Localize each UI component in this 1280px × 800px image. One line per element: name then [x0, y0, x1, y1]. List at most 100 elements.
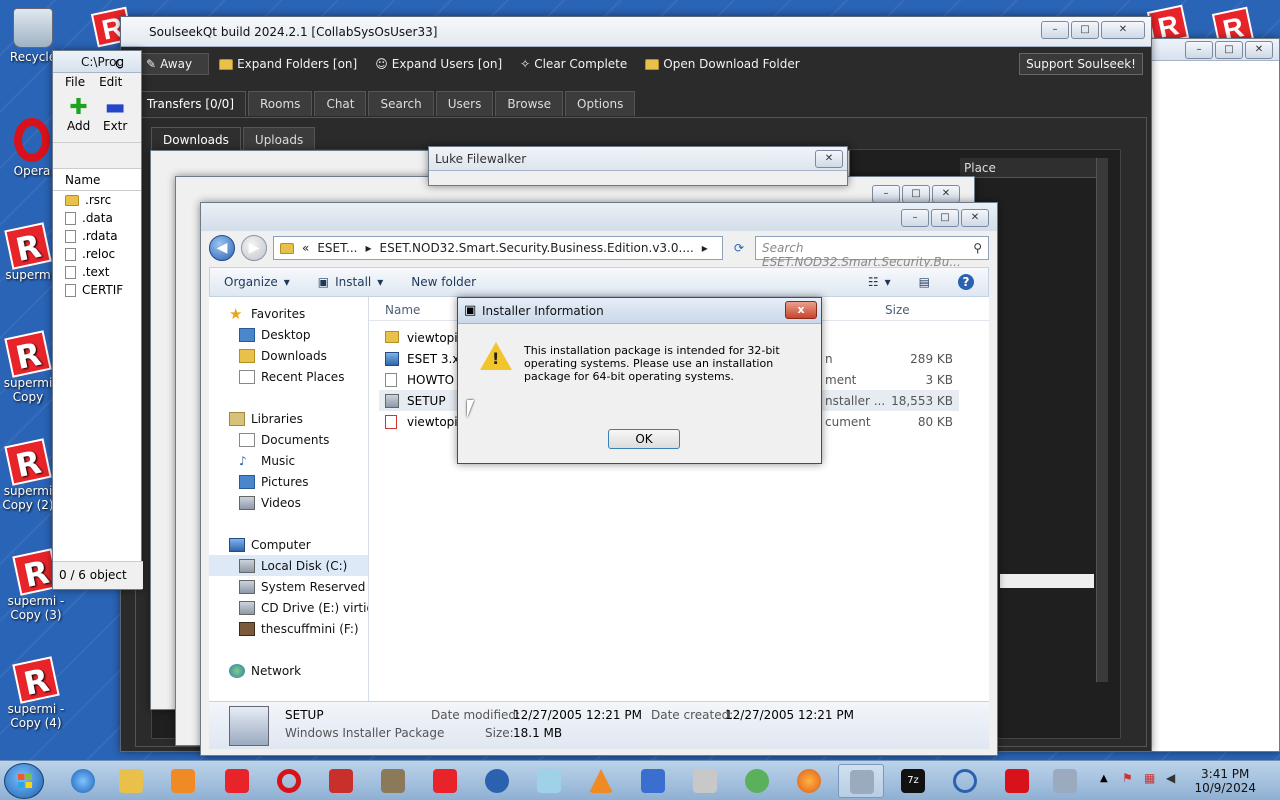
- nav-system-reserved-d[interactable]: System Reserved (D:: [209, 576, 368, 597]
- show-hidden-icons-button[interactable]: ▲: [1100, 773, 1108, 784]
- nav-usb-f[interactable]: thescuffmini (F:): [209, 618, 368, 639]
- organize-button[interactable]: Organize ▾: [210, 275, 304, 289]
- menu-file[interactable]: File: [65, 75, 85, 91]
- minimize-button[interactable]: –: [901, 209, 929, 227]
- taskbar-roblox[interactable]: [214, 764, 260, 798]
- tab-chat[interactable]: Chat: [314, 91, 367, 116]
- taskbar-circle-app[interactable]: [942, 764, 988, 798]
- list-item[interactable]: CERTIF: [53, 281, 141, 299]
- open-download-folder-button[interactable]: Open Download Folder: [645, 57, 800, 71]
- taskbar-media-player[interactable]: [160, 764, 206, 798]
- volume-icon[interactable]: ◀: [1166, 771, 1175, 785]
- tab-options[interactable]: Options: [565, 91, 636, 116]
- 7zip-address-bar[interactable]: C: [53, 57, 141, 169]
- expand-users-button[interactable]: ☺ Expand Users [on]: [375, 57, 502, 71]
- menu-edit[interactable]: Edit: [99, 75, 122, 91]
- minimize-button[interactable]: –: [872, 185, 900, 203]
- clear-complete-button[interactable]: ✧ Clear Complete: [520, 57, 627, 71]
- list-item[interactable]: .rsrc: [53, 191, 141, 209]
- tab-search[interactable]: Search: [368, 91, 434, 116]
- network-icon[interactable]: ▦: [1144, 771, 1155, 785]
- taskbar-roblox-2[interactable]: [422, 764, 468, 798]
- taskbar-app-blue[interactable]: [526, 764, 572, 798]
- breadcrumb-folder[interactable]: ESET.NOD32.Smart.Security.Business.Editi…: [380, 241, 694, 255]
- maximize-button[interactable]: □: [902, 185, 930, 203]
- close-button[interactable]: ✕: [961, 209, 989, 227]
- preview-pane-button[interactable]: ▤: [905, 275, 944, 289]
- taskbar-7zip[interactable]: 7z: [890, 764, 936, 798]
- nav-computer[interactable]: Computer: [209, 534, 368, 555]
- taskbar-avira[interactable]: [994, 764, 1040, 798]
- nav-music[interactable]: ♪ Music: [209, 450, 368, 471]
- column-header-size[interactable]: Size: [885, 303, 910, 317]
- support-soulseek-button[interactable]: Support Soulseek!: [1019, 53, 1143, 75]
- taskbar-firefox[interactable]: [786, 764, 832, 798]
- window-titlebar[interactable]: – □ ✕: [1151, 39, 1279, 61]
- desktop-icon-supermi-copy-4[interactable]: R supermi - Copy (4): [0, 656, 72, 730]
- nav-favorites[interactable]: ★ Favorites: [209, 303, 368, 324]
- dialog-close-button[interactable]: x: [785, 301, 817, 319]
- maximize-button[interactable]: □: [1215, 41, 1243, 59]
- taskbar-internet-explorer[interactable]: [60, 764, 106, 798]
- tab-users[interactable]: Users: [435, 91, 494, 116]
- close-button[interactable]: ✕: [1101, 21, 1145, 39]
- taskbar-luke-filewalker[interactable]: [682, 764, 728, 798]
- install-button[interactable]: ▣ Install ▾: [304, 275, 398, 289]
- desktop-icon-superm[interactable]: R superm: [0, 222, 56, 282]
- list-item[interactable]: .text: [53, 263, 141, 281]
- tab-rooms[interactable]: Rooms: [248, 91, 313, 116]
- close-button[interactable]: ✕: [815, 150, 843, 168]
- refresh-button[interactable]: ⟳: [729, 241, 749, 255]
- breadcrumb-eset[interactable]: ESET...: [317, 241, 357, 255]
- explorer-titlebar[interactable]: – □ ✕: [201, 203, 997, 231]
- nav-documents[interactable]: Documents: [209, 429, 368, 450]
- nav-local-disk-c[interactable]: Local Disk (C:): [209, 555, 368, 576]
- extract-button[interactable]: ▬ Extr: [103, 97, 127, 134]
- nav-downloads[interactable]: Downloads: [209, 345, 368, 366]
- list-item[interactable]: .reloc: [53, 245, 141, 263]
- background-window-right[interactable]: – □ ✕: [1150, 38, 1280, 752]
- column-header-name[interactable]: Name: [385, 303, 420, 317]
- taskbar-users[interactable]: [734, 764, 780, 798]
- taskbar-installer-2[interactable]: [1042, 764, 1088, 798]
- start-button[interactable]: [4, 763, 44, 799]
- 7zip-window[interactable]: C:\Prog File Edit ✚ Add ▬ Extr C Name .r…: [52, 50, 143, 590]
- taskbar-eset[interactable]: [474, 764, 520, 798]
- taskbar-soulseek[interactable]: [630, 764, 676, 798]
- tab-browse[interactable]: Browse: [495, 91, 564, 116]
- forward-button[interactable]: ▶: [241, 235, 267, 261]
- maximize-button[interactable]: □: [931, 209, 959, 227]
- minimize-button[interactable]: –: [1185, 41, 1213, 59]
- nav-desktop[interactable]: Desktop: [209, 324, 368, 345]
- tab-downloads[interactable]: Downloads: [151, 127, 241, 152]
- address-bar[interactable]: « ESET... ▸ ESET.NOD32.Smart.Security.Bu…: [273, 236, 723, 260]
- ok-button[interactable]: OK: [608, 429, 680, 449]
- list-item[interactable]: .rdata: [53, 227, 141, 245]
- maximize-button[interactable]: □: [1071, 21, 1099, 39]
- transfers-scrollbar[interactable]: [1096, 158, 1108, 682]
- taskbar-file-explorer[interactable]: [108, 764, 154, 798]
- nav-network[interactable]: Network: [209, 660, 368, 681]
- luke-filewalker-window[interactable]: Luke Filewalker ✕: [428, 146, 848, 186]
- nav-pictures[interactable]: Pictures: [209, 471, 368, 492]
- desktop-icon-supermi-copy-2[interactable]: R supermi Copy (2): [0, 438, 56, 512]
- taskbar-installer-active[interactable]: [838, 764, 884, 798]
- tab-transfers[interactable]: Transfers [0/0]: [135, 91, 246, 116]
- desktop-icon-supermi-copy[interactable]: R supermi Copy: [0, 330, 56, 404]
- explorer-window[interactable]: – □ ✕ ◀ ▶ « ESET... ▸ ESET.NOD32.Smart.S…: [200, 202, 998, 756]
- minimize-button[interactable]: –: [1041, 21, 1069, 39]
- clock[interactable]: 3:41 PM 10/9/2024: [1194, 767, 1256, 795]
- nav-cd-drive-e[interactable]: CD Drive (E:) virtio-v: [209, 597, 368, 618]
- 7zip-titlebar[interactable]: C:\Prog: [53, 51, 141, 73]
- taskbar-opera[interactable]: [266, 764, 312, 798]
- soulseek-titlebar[interactable]: SoulseekQt build 2024.2.1 [CollabSysOsUs…: [121, 17, 1151, 47]
- expand-folders-button[interactable]: Expand Folders [on]: [219, 57, 357, 71]
- place-column-header[interactable]: Place: [960, 158, 1096, 178]
- search-input[interactable]: Search ESET.NOD32.Smart.Security.Bu... ⚲: [755, 236, 989, 269]
- taskbar-vlc[interactable]: [578, 764, 624, 798]
- view-options-button[interactable]: ☷ ▾: [854, 275, 905, 289]
- name-column-header[interactable]: Name: [53, 169, 141, 191]
- list-item[interactable]: .data: [53, 209, 141, 227]
- dialog-titlebar[interactable]: ▣ Installer Information x: [458, 298, 821, 324]
- taskbar-gimp[interactable]: [370, 764, 416, 798]
